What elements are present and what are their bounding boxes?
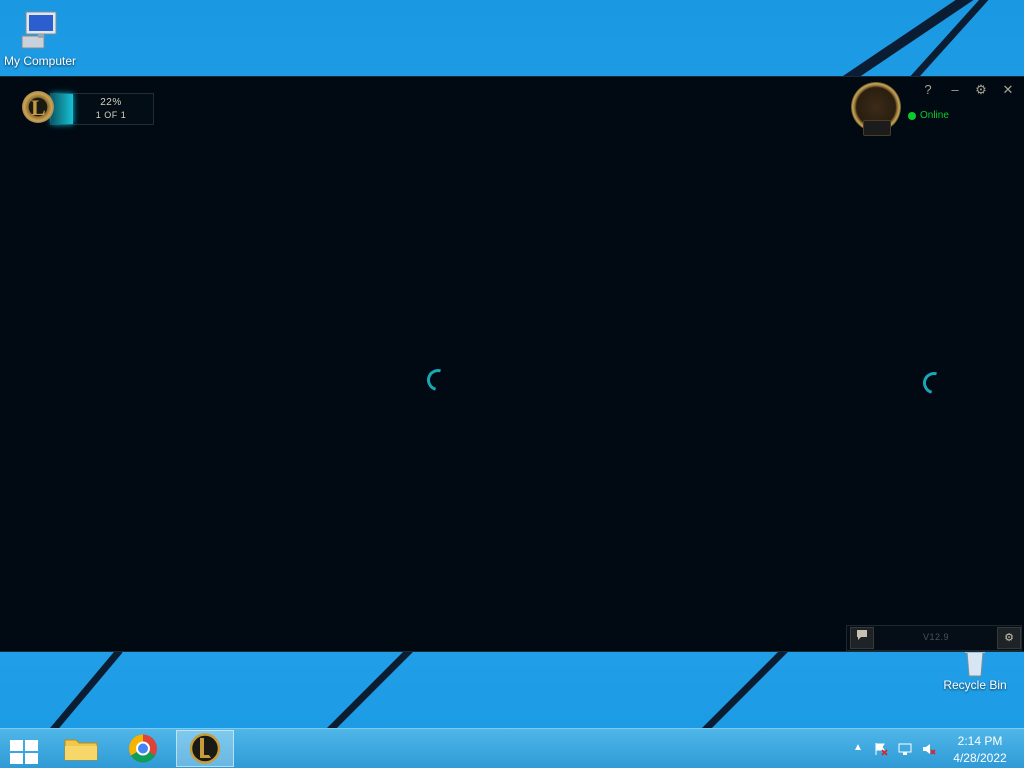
bug-report-button[interactable]: ⚙	[997, 627, 1021, 649]
profile-level-banner	[863, 120, 891, 136]
chat-icon	[857, 630, 867, 640]
league-client-window: 22% 1 OF 1 L Online ? – ⚙ ✕ V12.9 ⚙	[0, 76, 1024, 652]
desktop-icon-label: Recycle Bin	[943, 678, 1007, 692]
minimize-button[interactable]: –	[944, 81, 966, 99]
action-center-flag-icon[interactable]	[874, 742, 888, 756]
desktop-icon-my-computer[interactable]: My Computer	[0, 8, 80, 68]
online-status-text: Online	[920, 110, 949, 121]
client-footer-bar: V12.9 ⚙	[846, 625, 1022, 651]
chat-button[interactable]	[850, 627, 874, 649]
windows-logo-icon	[10, 740, 23, 751]
loading-spinner-social	[918, 367, 950, 399]
desktop-icon-recycle-bin[interactable]: Recycle Bin	[935, 648, 1015, 692]
clock-time[interactable]: 2:14 PM	[940, 734, 1020, 748]
windows-logo-pane	[25, 753, 38, 764]
network-icon[interactable]	[898, 742, 912, 756]
client-version: V12.9	[923, 632, 950, 642]
show-hidden-icons-button[interactable]: ▲	[851, 742, 865, 756]
patch-progress-box: 22% 1 OF 1	[50, 93, 154, 125]
folder-icon	[64, 739, 98, 761]
league-logo-letter: L	[31, 95, 46, 120]
online-status-dot	[908, 112, 916, 120]
league-logo-icon[interactable]: L	[22, 91, 54, 123]
patch-progress-count: 1 OF 1	[95, 110, 127, 120]
help-button[interactable]: ?	[917, 81, 939, 99]
windows-logo-pane	[25, 740, 38, 751]
recycle-bin-icon	[953, 648, 997, 677]
taskbar-league-of-legends[interactable]	[176, 730, 234, 767]
desktop-icon-label: My Computer	[3, 54, 77, 68]
volume-muted-icon[interactable]	[922, 742, 936, 756]
taskbar: ▲ 2:14 PM 4/28/2022	[0, 728, 1024, 768]
computer-icon	[18, 8, 62, 52]
taskbar-google-chrome[interactable]	[114, 730, 172, 767]
gear-icon: ⚙	[1004, 632, 1014, 644]
start-button[interactable]	[8, 738, 38, 764]
windows-logo-pane	[10, 753, 23, 764]
close-button[interactable]: ✕	[997, 81, 1019, 99]
chrome-icon	[129, 734, 157, 763]
profile-avatar[interactable]	[851, 82, 901, 136]
patcher-widget: 22% 1 OF 1 L	[22, 91, 154, 125]
lol-icon	[189, 733, 221, 764]
settings-gear-button[interactable]: ⚙	[970, 81, 992, 99]
clock-date[interactable]: 4/28/2022	[940, 751, 1020, 765]
taskbar-file-explorer[interactable]	[52, 730, 110, 767]
loading-spinner	[422, 364, 454, 396]
patch-progress-percent: 22%	[100, 97, 122, 108]
wallpaper-stripe	[840, 0, 1024, 87]
